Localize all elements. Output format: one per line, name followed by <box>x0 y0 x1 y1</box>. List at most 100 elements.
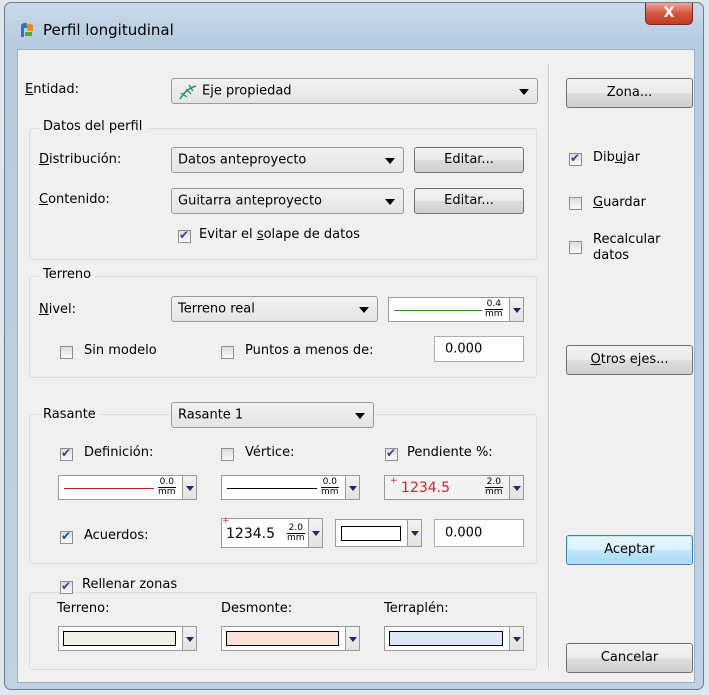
definicion-label: Definición: <box>84 445 154 460</box>
chevron-down-icon <box>385 158 395 164</box>
chevron-down-icon <box>385 199 395 205</box>
rasante-value: Rasante 1 <box>178 407 244 423</box>
app-icon <box>21 23 33 37</box>
recalcular-checkbox[interactable] <box>569 241 582 254</box>
close-icon: X <box>663 5 675 21</box>
nivel-value: Terreno real <box>178 301 255 317</box>
chevron-down-icon <box>182 627 196 650</box>
nivel-line-style-picker[interactable]: 0.4 mm <box>388 297 524 322</box>
dibujar-label: Dibujar <box>593 150 641 165</box>
contenido-select[interactable]: Guitarra anteproyecto <box>171 188 404 214</box>
vertice-checkbox[interactable] <box>221 448 234 461</box>
close-button[interactable]: X <box>645 3 693 25</box>
text-size: 2.0 mm <box>287 523 305 543</box>
rellenar-checkbox[interactable] <box>60 579 73 594</box>
relleno-terraplen-label: Terraplén: <box>384 601 449 616</box>
evitar-solape-label: Evitar el solape de datos <box>199 227 360 242</box>
title-bar[interactable]: Perfil longitudinal X <box>5 3 703 49</box>
acuerdos-checkbox[interactable] <box>60 529 73 544</box>
nivel-label: Nivel: <box>39 302 77 317</box>
acuerdos-color-picker[interactable] <box>335 519 422 547</box>
chevron-down-icon <box>359 307 369 313</box>
window-title: Perfil longitudinal <box>43 21 174 39</box>
rellenar-label: Rellenar zonas <box>82 577 181 592</box>
chevron-down-icon <box>345 627 359 650</box>
pendiente-sample: 1234.5 <box>401 480 450 496</box>
acuerdos-text-picker[interactable]: + 1234.5 2.0 mm <box>221 516 323 548</box>
evitar-solape-checkbox[interactable] <box>178 228 191 243</box>
puntos-label: Puntos a menos de: <box>245 343 374 358</box>
line-sample <box>227 488 317 489</box>
relleno-desmonte-color-picker[interactable] <box>221 626 360 651</box>
contenido-edit-button[interactable]: Editar... <box>414 188 524 214</box>
distribucion-select[interactable]: Datos anteproyecto <box>171 147 404 173</box>
line-sample <box>64 488 154 489</box>
acuerdos-sample: 1234.5 <box>226 526 275 542</box>
recalcular-label: Recalcular datos <box>593 232 661 263</box>
color-swatch <box>226 631 339 646</box>
chevron-down-icon <box>519 89 529 95</box>
chevron-down-icon <box>345 476 359 499</box>
entidad-select[interactable]: Eje propiedad <box>171 78 538 104</box>
terreno-group <box>29 276 537 378</box>
contenido-label: Contenido: <box>39 192 110 207</box>
relleno-terreno-color-picker[interactable] <box>58 626 197 651</box>
chevron-down-icon <box>182 476 196 499</box>
sin-modelo-checkbox[interactable] <box>60 346 73 359</box>
color-swatch <box>341 526 401 541</box>
distribucion-label: Distribución: <box>39 152 122 167</box>
chevron-down-icon <box>509 298 523 321</box>
definicion-checkbox[interactable] <box>60 446 73 461</box>
chevron-down-icon <box>509 476 523 499</box>
datos-perfil-title: Datos del perfil <box>39 119 147 134</box>
zona-button[interactable]: Zona... <box>566 78 693 108</box>
line-thickness: 0.0 mm <box>158 477 176 497</box>
dialog-client: Entidad: Eje propiedad Datos del perfil … <box>17 49 695 683</box>
puntos-checkbox[interactable] <box>221 346 234 359</box>
distribucion-value: Datos anteproyecto <box>178 152 307 168</box>
sin-modelo-label: Sin modelo <box>84 343 157 358</box>
entidad-label: Entidad: <box>25 82 80 97</box>
marker-icon: + <box>222 516 230 526</box>
chevron-down-icon <box>308 519 322 547</box>
distribucion-edit-button[interactable]: Editar... <box>414 147 524 173</box>
relleno-terreno-label: Terreno: <box>57 601 110 616</box>
chevron-down-icon <box>509 627 523 650</box>
line-thickness: 0.4 mm <box>485 299 503 319</box>
vertice-line-picker[interactable]: 0.0 mm <box>221 475 360 500</box>
line-thickness: 0.0 mm <box>321 477 339 497</box>
pendiente-text-picker[interactable]: + 1234.5 2.0 mm <box>384 475 524 500</box>
puntos-input[interactable]: 0.000 <box>434 336 524 362</box>
dialog-window: Perfil longitudinal X Entidad: Eje propi… <box>4 2 704 690</box>
otros-ejes-button[interactable]: Otros ejes... <box>566 345 693 375</box>
terreno-title: Terreno <box>39 267 96 282</box>
nivel-select[interactable]: Terreno real <box>171 296 378 322</box>
chevron-down-icon <box>407 520 421 546</box>
guardar-label: Guardar <box>593 195 646 210</box>
eje-icon <box>179 84 197 100</box>
contenido-value: Guitarra anteproyecto <box>178 193 323 209</box>
line-sample <box>394 310 482 311</box>
color-swatch <box>389 631 503 646</box>
pendiente-checkbox[interactable] <box>385 446 398 461</box>
vertice-label: Vértice: <box>245 445 295 460</box>
rasante-select[interactable]: Rasante 1 <box>171 402 374 428</box>
dibujar-checkbox[interactable] <box>569 151 582 166</box>
rasante-title: Rasante <box>39 407 100 422</box>
text-size: 2.0 mm <box>485 477 503 497</box>
guardar-checkbox[interactable] <box>569 197 582 210</box>
marker-icon: + <box>390 476 398 486</box>
aceptar-button[interactable]: Aceptar <box>566 535 693 565</box>
puntos-input-value: 0.000 <box>445 341 483 357</box>
definicion-line-picker[interactable]: 0.0 mm <box>58 475 197 500</box>
acuerdos-input-value: 0.000 <box>445 525 483 541</box>
cancelar-button[interactable]: Cancelar <box>566 643 693 673</box>
entidad-value: Eje propiedad <box>202 83 292 99</box>
relleno-desmonte-label: Desmonte: <box>221 601 293 616</box>
color-swatch <box>63 631 176 646</box>
chevron-down-icon <box>355 413 365 419</box>
relleno-terraplen-color-picker[interactable] <box>384 626 524 651</box>
acuerdos-label: Acuerdos: <box>84 528 149 543</box>
acuerdos-input[interactable]: 0.000 <box>434 519 524 547</box>
separator <box>548 64 550 669</box>
